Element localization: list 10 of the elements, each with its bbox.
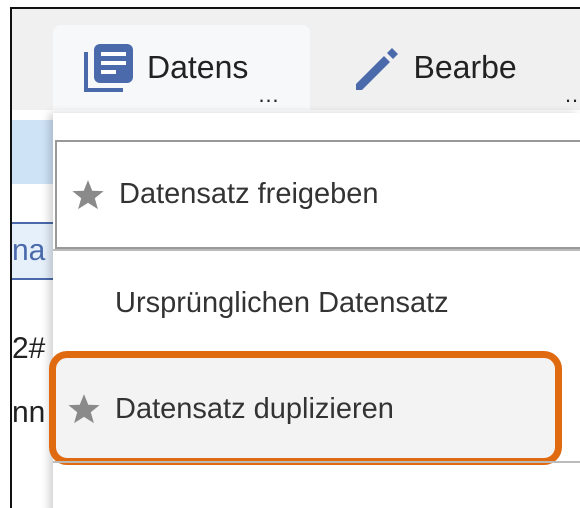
toolbar-button[interactable]: Bearbe … — [324, 25, 580, 110]
star-icon — [71, 178, 105, 212]
menu-item[interactable]: Datensatz freigeben — [55, 140, 580, 249]
table-header-background — [12, 120, 55, 184]
table-cell-text: nn — [12, 395, 46, 431]
document-stack-icon — [83, 42, 135, 94]
table-cell-text: 2# — [12, 331, 46, 367]
toolbar-button[interactable]: Datens … — [53, 25, 310, 110]
table-cell: na — [12, 222, 55, 280]
star-icon — [67, 392, 101, 426]
